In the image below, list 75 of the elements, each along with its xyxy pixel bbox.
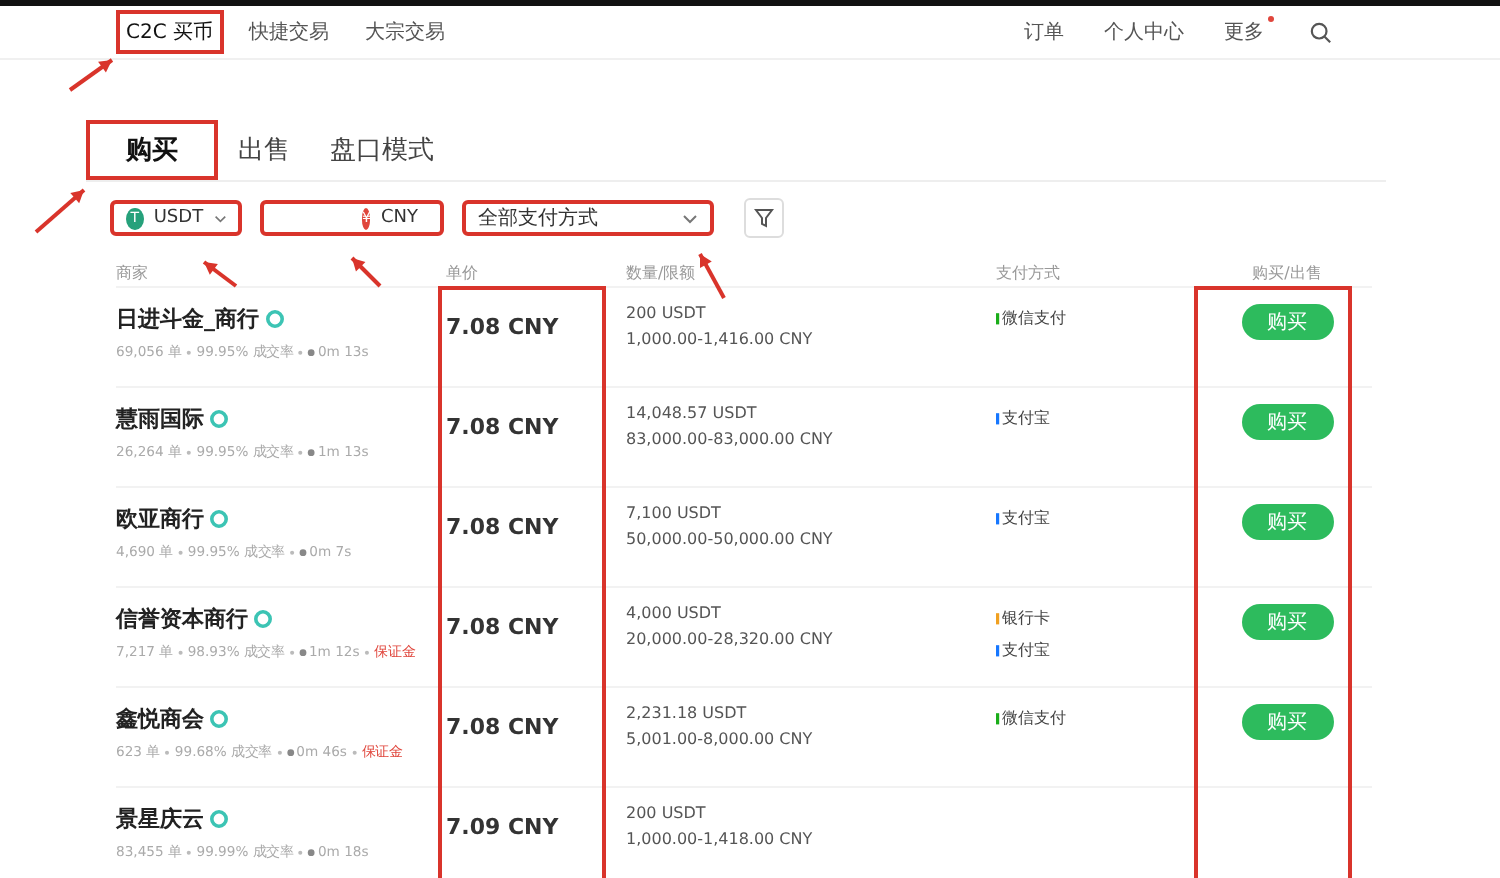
tab[interactable]: 出售 <box>218 120 310 180</box>
column-header: 购买/出售 <box>1252 261 1322 283</box>
clock-icon <box>299 548 307 556</box>
separator-dot <box>290 649 295 655</box>
clock-icon <box>308 848 316 856</box>
merchant-name[interactable]: 欧亚商行 <box>116 504 204 534</box>
payment-select[interactable]: 全部支付方式 <box>462 200 714 236</box>
separator-dot <box>165 749 170 755</box>
unit-price: 7.08 CNY <box>446 314 559 340</box>
separator-dot <box>277 749 282 755</box>
annotation-arrow <box>34 188 86 234</box>
separator-dot <box>298 449 303 455</box>
separator-dot <box>186 349 192 355</box>
payment-method: 支付宝 <box>1002 507 1051 530</box>
payment-method: 微信支付 <box>1002 708 1067 730</box>
unit-price: 7.09 CNY <box>446 814 559 840</box>
clock-icon <box>308 348 316 356</box>
column-header: 数量/限额 <box>626 261 696 283</box>
annotation-arrow <box>350 256 382 288</box>
merchant-name[interactable]: 景星庆云 <box>116 804 204 834</box>
merchant-name[interactable]: 鑫悦商会 <box>116 704 204 734</box>
separator-dot <box>352 749 357 755</box>
limit: 20,000.00-28,320.00 CNY <box>626 630 835 648</box>
limit: 50,000.00-50,000.00 CNY <box>626 530 835 548</box>
caret-icon <box>682 213 698 223</box>
search-icon[interactable] <box>1310 21 1332 43</box>
quantity: 4,000 USDT <box>626 604 723 622</box>
column-header: 单价 <box>446 261 478 283</box>
nav-link[interactable]: 个人中心 <box>1094 10 1194 54</box>
annotation-arrow <box>202 260 238 288</box>
separator-dot <box>298 349 303 355</box>
limit: 83,000.00-83,000.00 CNY <box>626 430 835 448</box>
unit-price: 7.08 CNY <box>446 514 559 540</box>
tab[interactable]: 购买 <box>86 120 218 180</box>
quantity: 14,048.57 USDT <box>626 404 759 422</box>
filter-button[interactable] <box>744 198 784 238</box>
payment-method: 银行卡 <box>1002 608 1051 630</box>
caret-icon <box>213 213 226 223</box>
merchant-name[interactable]: 日进斗金_商行 <box>116 304 259 334</box>
clock-icon <box>299 648 307 656</box>
column-header: 支付方式 <box>996 261 1060 283</box>
nav-link[interactable]: 大宗交易 <box>355 10 456 54</box>
nav-link[interactable]: 快捷交易 <box>239 10 340 54</box>
separator-dot <box>290 549 295 555</box>
separator-dot <box>186 449 192 455</box>
separator-dot <box>364 649 369 655</box>
payment-method: 支付宝 <box>1002 407 1051 430</box>
quantity: 200 USDT <box>626 804 708 822</box>
nav-link[interactable]: 订单 <box>1014 10 1074 54</box>
nav-link[interactable]: 更多 <box>1214 10 1274 54</box>
clock-icon <box>286 748 294 756</box>
nav-link[interactable]: C2C 买币 <box>116 10 224 54</box>
column-header: 商家 <box>116 261 148 283</box>
unit-price: 7.08 CNY <box>446 414 559 440</box>
separator-dot <box>186 849 192 855</box>
limit: 1,000.00-1,416.00 CNY <box>626 330 815 348</box>
payment-method: 微信支付 <box>1002 308 1067 330</box>
quantity: 7,100 USDT <box>626 504 723 522</box>
annotation-arrow <box>68 58 114 92</box>
clock-icon <box>308 448 316 456</box>
separator-dot <box>178 549 183 555</box>
payment-method: 支付宝 <box>1002 639 1051 662</box>
merchant-name[interactable]: 信誉资本商行 <box>116 604 248 634</box>
tab[interactable]: 盘口模式 <box>310 120 454 180</box>
limit: 5,001.00-8,000.00 CNY <box>626 730 815 748</box>
filter-icon <box>754 208 774 228</box>
unit-price: 7.08 CNY <box>446 614 559 640</box>
limit: 1,000.00-1,418.00 CNY <box>626 830 815 848</box>
annotation-arrow <box>698 253 726 299</box>
quantity: 2,231.18 USDT <box>626 704 749 722</box>
separator-dot <box>298 849 303 855</box>
separator-dot <box>178 649 183 655</box>
merchant-name[interactable]: 慧雨国际 <box>116 404 204 434</box>
quantity: 200 USDT <box>626 304 708 322</box>
unit-price: 7.08 CNY <box>446 714 559 740</box>
